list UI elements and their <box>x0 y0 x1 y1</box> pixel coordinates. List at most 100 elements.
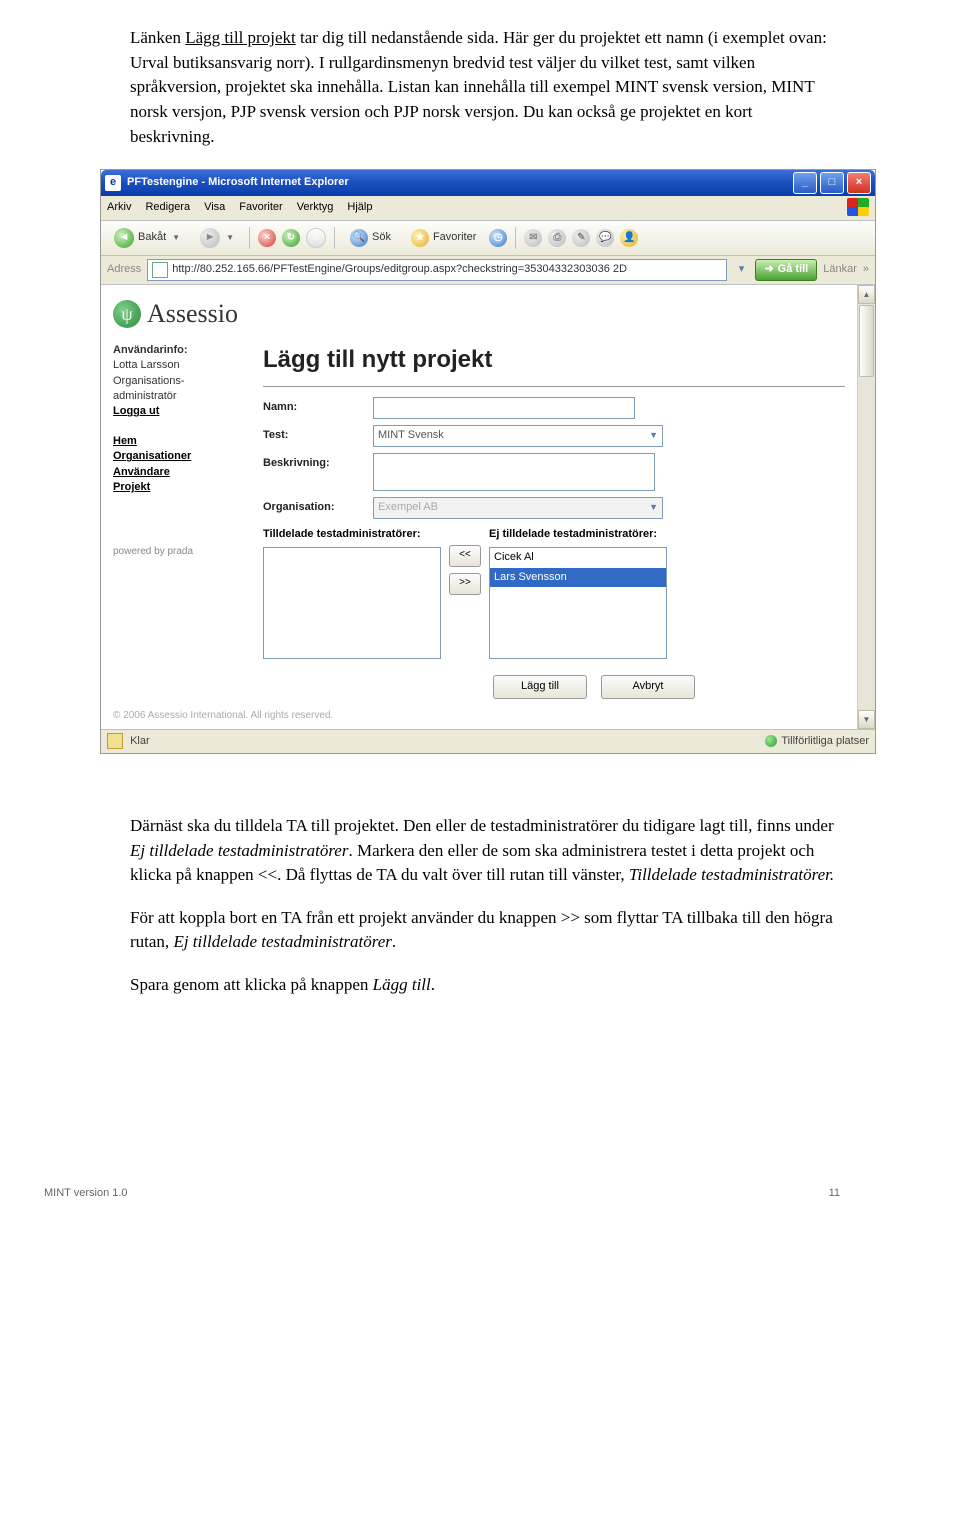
favorites-label: Favoriter <box>433 230 476 246</box>
separator <box>249 227 250 249</box>
paragraph-4: Spara genom att klicka på knappen Lägg t… <box>130 973 840 998</box>
window-title: PFTestengine - Microsoft Internet Explor… <box>127 175 793 191</box>
menu-hjalp[interactable]: Hjälp <box>347 200 372 216</box>
address-label: Adress <box>107 262 141 278</box>
edit-icon[interactable]: ✎ <box>572 229 590 247</box>
menu-verktyg[interactable]: Verktyg <box>297 200 334 216</box>
stop-icon[interactable]: × <box>258 229 276 247</box>
title-bar: e PFTestengine - Microsoft Internet Expl… <box>101 170 875 196</box>
powered-by: powered by prada <box>113 545 245 560</box>
select-test[interactable]: MINT Svensk ▼ <box>373 425 663 447</box>
scroll-track[interactable] <box>858 378 875 710</box>
close-button[interactable]: × <box>847 172 871 194</box>
history-icon[interactable]: ◷ <box>489 229 507 247</box>
label-ej-tilldelade: Ej tilldelade testadministratörer: <box>489 527 667 543</box>
page-icon <box>152 262 168 278</box>
back-button[interactable]: ◄ Bakåt ▼ <box>107 225 187 251</box>
label-tilldelade: Tilldelade testadministratörer: <box>263 527 441 543</box>
forward-icon: ► <box>200 228 220 248</box>
chevron-down-icon: ▼ <box>172 232 180 244</box>
brand-icon: ψ <box>113 300 141 328</box>
favorites-button[interactable]: ★ Favoriter <box>404 226 483 250</box>
brand-text: Assessio <box>147 295 238 333</box>
move-left-button[interactable]: << <box>449 545 481 567</box>
back-icon: ◄ <box>114 228 134 248</box>
toolbar: ◄ Bakåt ▼ ► ▼ × ↻ ⌂ 🔍 Sök ★ Favoriter ◷ <box>101 221 875 256</box>
listbox-tilldelade[interactable] <box>263 547 441 659</box>
list-item[interactable]: Cicek Al <box>490 548 666 568</box>
back-label: Bakåt <box>138 230 166 246</box>
star-icon: ★ <box>411 229 429 247</box>
search-label: Sök <box>372 230 391 246</box>
label-test: Test: <box>263 425 373 444</box>
nav-projekt[interactable]: Projekt <box>113 480 245 495</box>
chevron-down-icon: ▼ <box>649 501 658 514</box>
scroll-down-icon[interactable]: ▼ <box>858 710 875 729</box>
chevron-down-icon: ▼ <box>649 429 658 442</box>
ie-icon: e <box>105 175 121 191</box>
cancel-button[interactable]: Avbryt <box>601 675 695 699</box>
select-organisation[interactable]: Exempel AB ▼ <box>373 497 663 519</box>
label-organisation: Organisation: <box>263 497 373 516</box>
page-title: Lägg till nytt projekt <box>263 343 845 387</box>
paragraph-3: För att koppla bort en TA från ett proje… <box>130 906 840 955</box>
maximize-button[interactable]: □ <box>820 172 844 194</box>
textarea-beskrivning[interactable] <box>373 453 655 491</box>
label-beskrivning: Beskrivning: <box>263 453 373 472</box>
nav-anvandare[interactable]: Användare <box>113 465 245 480</box>
messenger-icon[interactable]: 👤 <box>620 229 638 247</box>
go-button[interactable]: ➜ Gå till <box>755 259 817 281</box>
forward-button[interactable]: ► ▼ <box>193 225 241 251</box>
status-text: Klar <box>130 735 150 747</box>
menu-favoriter[interactable]: Favoriter <box>239 200 282 216</box>
nav-home[interactable]: Hem <box>113 434 245 449</box>
scroll-thumb[interactable] <box>859 305 874 377</box>
refresh-icon[interactable]: ↻ <box>282 229 300 247</box>
main-form: Lägg till nytt projekt Namn: Test: MINT … <box>263 343 845 703</box>
home-icon[interactable]: ⌂ <box>306 228 326 248</box>
links-chevron-icon[interactable]: » <box>863 262 869 278</box>
label-namn: Namn: <box>263 397 373 416</box>
menu-arkiv[interactable]: Arkiv <box>107 200 131 216</box>
intro-paragraph: Länken Lägg till projekt tar dig till ne… <box>130 26 840 149</box>
ie-window: e PFTestengine - Microsoft Internet Expl… <box>100 169 876 754</box>
status-zone: Tillförlitliga platser <box>781 734 869 750</box>
go-label: Gå till <box>778 262 809 278</box>
paragraph-2: Därnäst ska du tilldela TA till projekte… <box>130 814 840 888</box>
select-test-value: MINT Svensk <box>378 428 444 444</box>
separator <box>334 227 335 249</box>
address-input[interactable]: http://80.252.165.66/PFTestEngine/Groups… <box>147 259 727 281</box>
status-bar: Klar Tillförlitliga platser <box>101 729 875 753</box>
print-icon[interactable]: ⎙ <box>548 229 566 247</box>
list-item[interactable]: Lars Svensson <box>490 568 666 588</box>
mail-icon[interactable]: ✉ <box>524 229 542 247</box>
windows-logo-icon <box>847 198 869 216</box>
logout-link[interactable]: Logga ut <box>113 404 245 419</box>
nav-organisationer[interactable]: Organisationer <box>113 449 245 464</box>
menu-redigera[interactable]: Redigera <box>145 200 190 216</box>
links-label[interactable]: Länkar <box>823 262 857 278</box>
url-text: http://80.252.165.66/PFTestEngine/Groups… <box>172 262 627 278</box>
search-icon: 🔍 <box>350 229 368 247</box>
page-footer: MINT version 1.0 11 <box>0 1046 960 1222</box>
page-content: ψ Assessio Användarinfo: Lotta Larsson O… <box>101 285 857 729</box>
trusted-icon <box>765 735 777 747</box>
menu-visa[interactable]: Visa <box>204 200 225 216</box>
scroll-up-icon[interactable]: ▲ <box>858 285 875 304</box>
add-button[interactable]: Lägg till <box>493 675 587 699</box>
select-org-value: Exempel AB <box>378 500 438 516</box>
address-bar: Adress http://80.252.165.66/PFTestEngine… <box>101 256 875 285</box>
discuss-icon[interactable]: 💬 <box>596 229 614 247</box>
brand: ψ Assessio <box>113 295 845 333</box>
separator <box>515 227 516 249</box>
input-namn[interactable] <box>373 397 635 419</box>
minimize-button[interactable]: _ <box>793 172 817 194</box>
copyright: © 2006 Assessio International. All right… <box>113 709 845 724</box>
vertical-scrollbar[interactable]: ▲ ▼ <box>857 285 875 729</box>
search-button[interactable]: 🔍 Sök <box>343 226 398 250</box>
user-name: Lotta Larsson <box>113 359 180 371</box>
sidebar: Användarinfo: Lotta Larsson Organisation… <box>113 343 245 703</box>
move-right-button[interactable]: >> <box>449 573 481 595</box>
listbox-ej-tilldelade[interactable]: Cicek Al Lars Svensson <box>489 547 667 659</box>
address-dropdown[interactable]: ▾ <box>733 262 749 278</box>
